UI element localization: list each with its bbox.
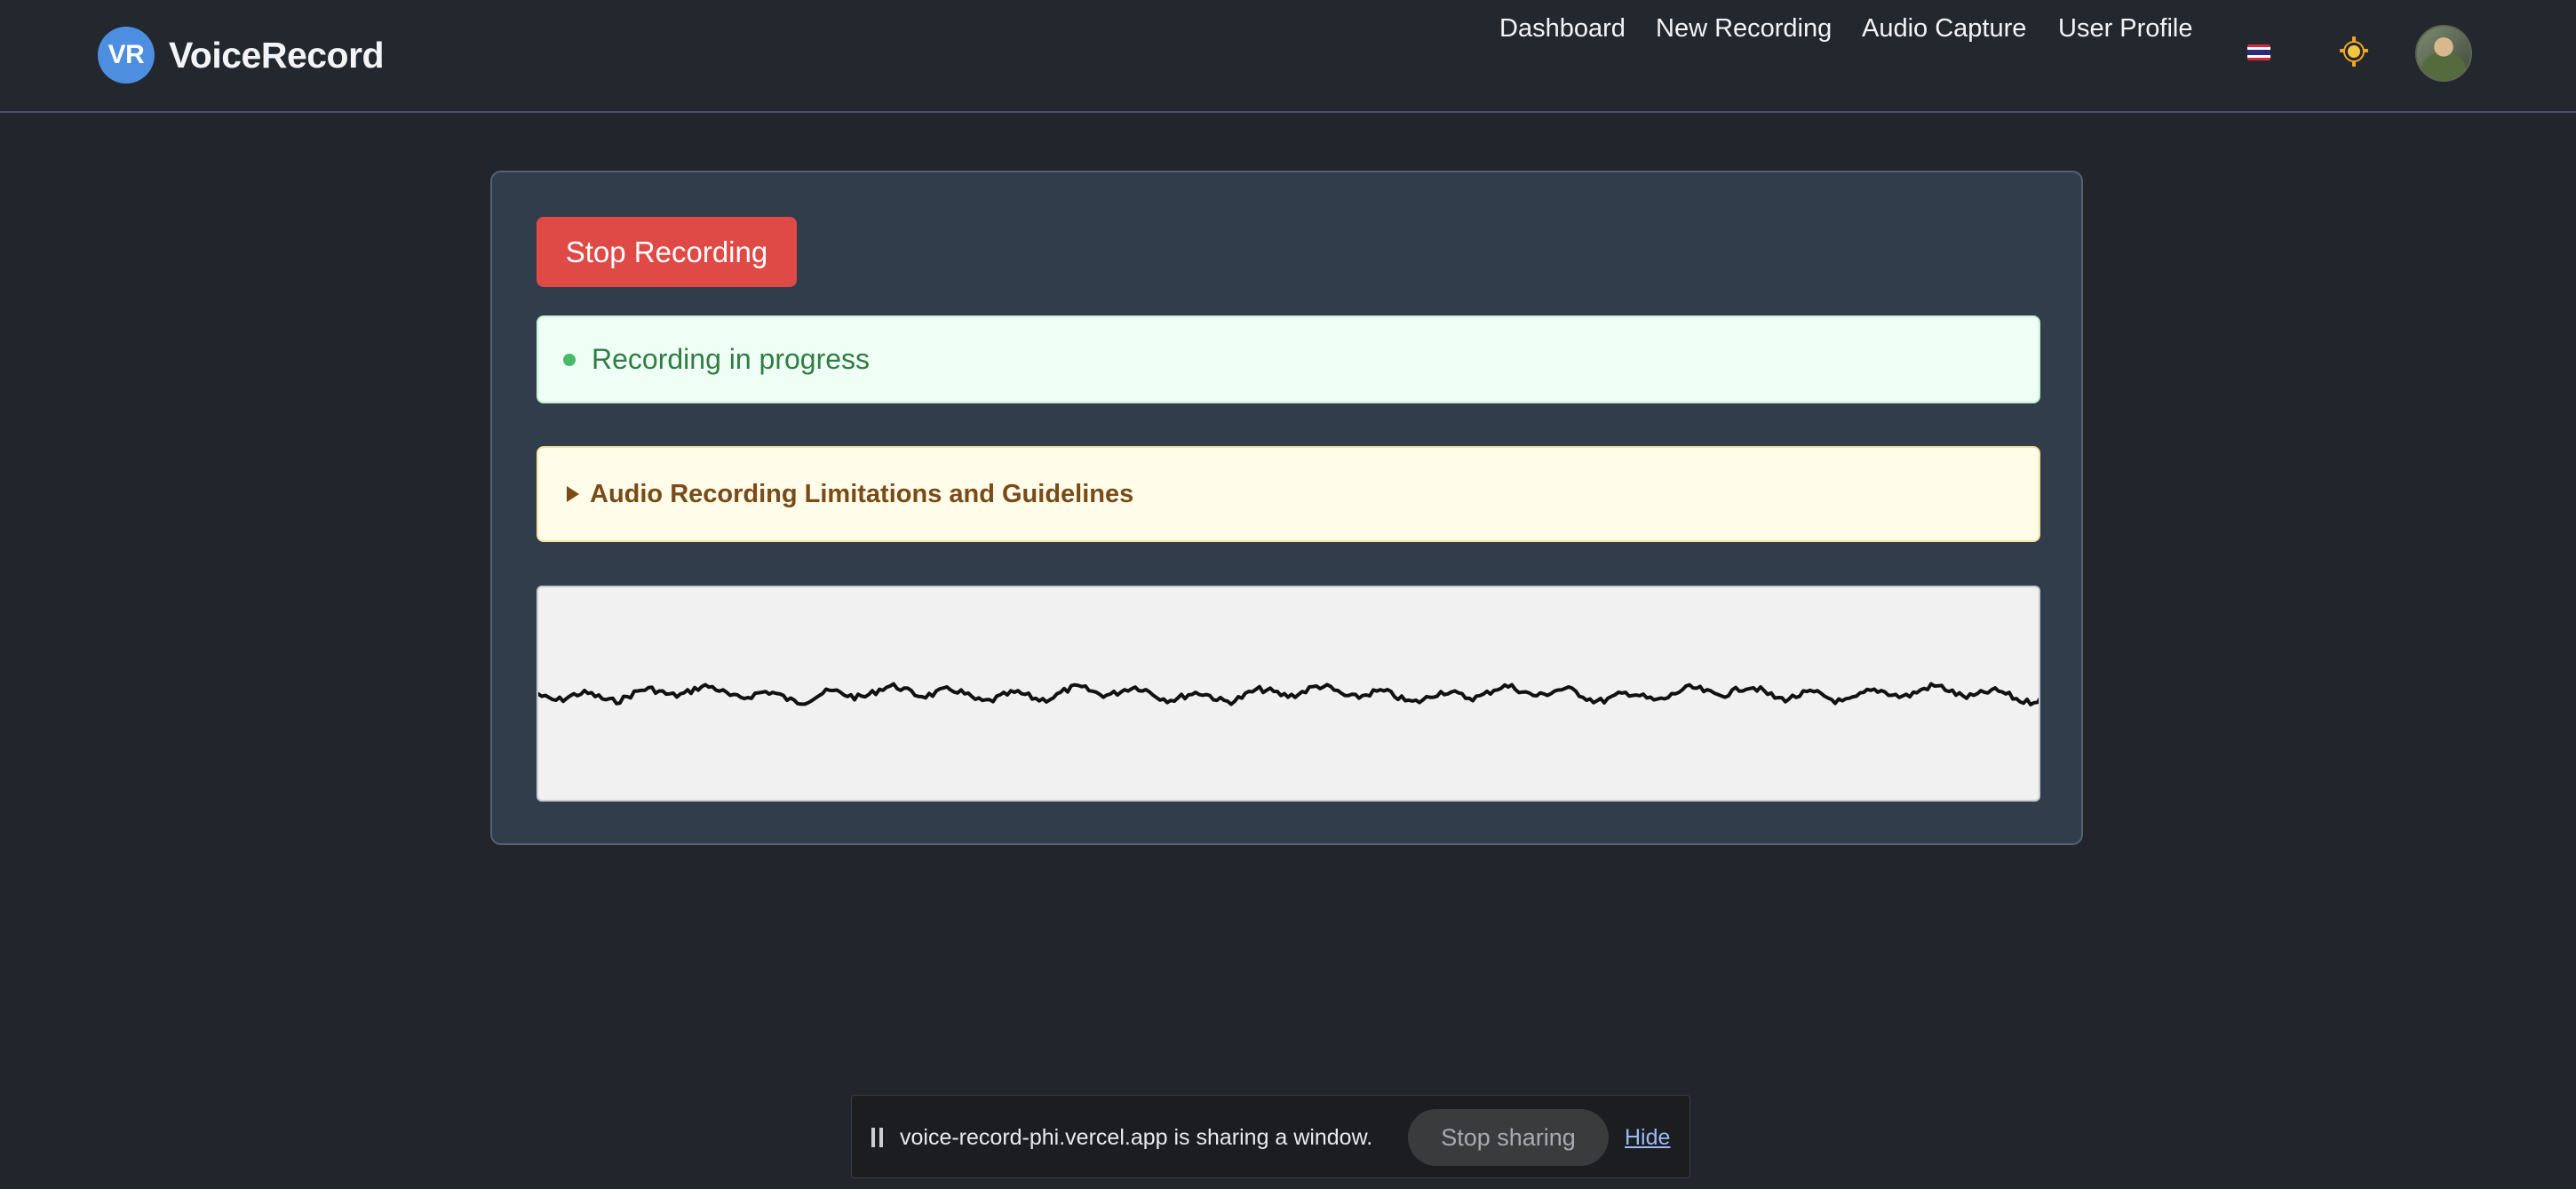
guidelines-disclosure[interactable]: Audio Recording Limitations and Guidelin… xyxy=(537,446,2040,542)
waveform-graphic xyxy=(538,682,2039,706)
top-navbar: VR VoiceRecord Dashboard New Recording A… xyxy=(0,0,2576,113)
nav-audio-capture[interactable]: Audio Capture xyxy=(1862,0,2026,57)
hide-link[interactable]: Hide xyxy=(1625,1096,1670,1179)
sun-icon[interactable] xyxy=(2338,36,2370,68)
disclosure-triangle-icon xyxy=(567,486,579,502)
pause-icon xyxy=(871,1128,884,1147)
recording-status-text: Recording in progress xyxy=(592,343,871,375)
waveform-line xyxy=(538,682,2039,706)
logo[interactable]: VR VoiceRecord xyxy=(98,27,385,84)
audio-waveform xyxy=(537,586,2040,802)
recorder-card: Stop Recording Recording in progress Aud… xyxy=(490,171,2083,845)
nav-new-recording[interactable]: New Recording xyxy=(1656,0,1832,57)
recording-indicator-icon xyxy=(563,353,576,366)
nav-user-profile[interactable]: User Profile xyxy=(2058,0,2193,57)
recording-status: Recording in progress xyxy=(537,315,2040,403)
stop-recording-button[interactable]: Stop Recording xyxy=(537,217,797,287)
screen-share-bar: voice-record-phi.vercel.app is sharing a… xyxy=(851,1095,1690,1178)
thai-flag-icon[interactable] xyxy=(2247,44,2270,60)
nav-dashboard[interactable]: Dashboard xyxy=(1499,0,1626,57)
logo-badge-icon: VR xyxy=(98,27,155,84)
app-name: VoiceRecord xyxy=(169,34,385,76)
stop-sharing-button[interactable]: Stop sharing xyxy=(1408,1109,1609,1166)
guidelines-summary: Audio Recording Limitations and Guidelin… xyxy=(590,479,1134,508)
user-avatar[interactable] xyxy=(2415,25,2472,82)
sharing-message: voice-record-phi.vercel.app is sharing a… xyxy=(900,1125,1373,1150)
